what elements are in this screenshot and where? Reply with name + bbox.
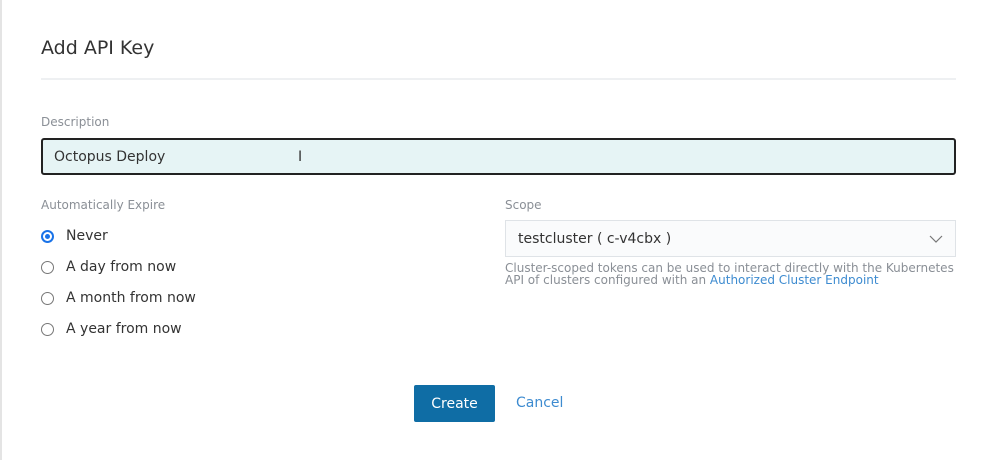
cancel-button[interactable]: Cancel	[516, 395, 563, 411]
radio-label: Never	[66, 228, 108, 244]
radio-icon	[41, 291, 54, 305]
radio-checked-icon	[41, 229, 54, 243]
radio-year[interactable]: A year from now	[41, 321, 182, 337]
radio-never[interactable]: Never	[41, 228, 108, 244]
dialog-title: Add API Key	[41, 37, 155, 59]
radio-label: A day from now	[66, 259, 177, 275]
expire-label: Automatically Expire	[41, 198, 166, 212]
scope-value: testcluster ( c-v4cbx )	[518, 230, 672, 247]
radio-month[interactable]: A month from now	[41, 290, 196, 306]
scope-label: Scope	[505, 198, 542, 212]
radio-label: A month from now	[66, 290, 196, 306]
authorized-endpoint-link[interactable]: Authorized Cluster Endpoint	[710, 273, 879, 287]
create-button[interactable]: Create	[414, 385, 495, 422]
description-label: Description	[41, 115, 110, 129]
scope-help: Cluster-scoped tokens can be used to int…	[505, 262, 965, 286]
chevron-down-icon	[929, 235, 943, 243]
divider	[41, 78, 956, 80]
left-edge	[0, 0, 2, 460]
radio-day[interactable]: A day from now	[41, 259, 176, 275]
radio-label: A year from now	[66, 321, 182, 337]
scope-select[interactable]: testcluster ( c-v4cbx )	[505, 220, 956, 257]
text-cursor-icon: I	[298, 149, 303, 165]
radio-icon	[41, 322, 54, 336]
radio-icon	[41, 260, 54, 274]
description-input[interactable]	[41, 138, 956, 175]
